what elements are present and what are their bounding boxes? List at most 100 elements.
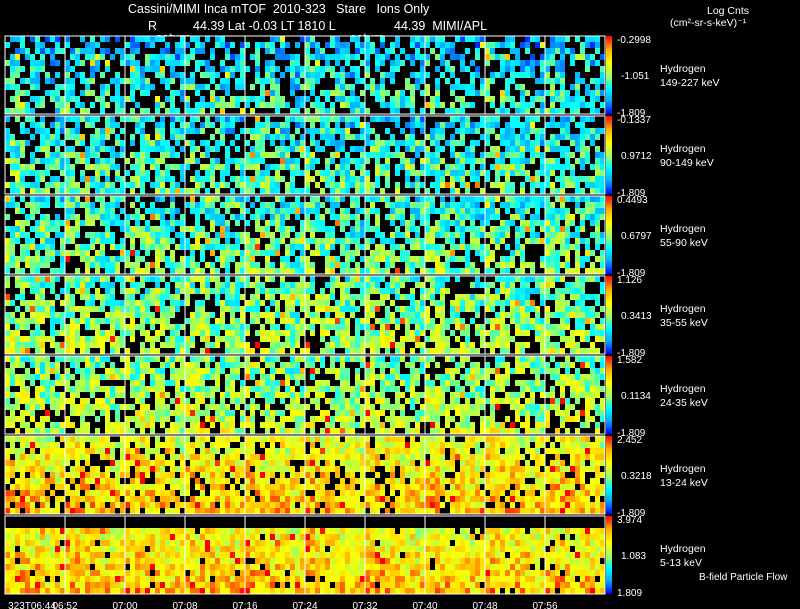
heatmap-cell: [50, 250, 55, 256]
heatmap-cell: [45, 380, 50, 386]
heatmap-cell: [195, 128, 200, 134]
heatmap-cell: [25, 256, 30, 262]
heatmap-cell: [115, 256, 120, 262]
heatmap-cell: [475, 214, 480, 220]
heatmap-cell: [430, 170, 435, 176]
heatmap-cell: [10, 300, 15, 306]
heatmap-cell: [250, 374, 255, 380]
heatmap-cell: [320, 116, 325, 122]
heatmap-cell: [40, 232, 45, 238]
heatmap-cell: [405, 102, 410, 108]
heatmap-cell: [215, 140, 220, 146]
heatmap-cell: [450, 244, 455, 250]
heatmap-cell: [175, 356, 180, 362]
heatmap-cell: [560, 48, 565, 54]
heatmap-cell: [45, 244, 50, 250]
heatmap-cell: [15, 342, 20, 348]
heatmap-cell: [235, 276, 240, 282]
heatmap-cell: [280, 232, 285, 238]
heatmap-cell: [150, 356, 155, 362]
heatmap-cell: [585, 256, 590, 262]
heatmap-cell: [90, 116, 95, 122]
heatmap-cell: [445, 268, 450, 274]
heatmap-cell: [130, 250, 135, 256]
heatmap-cell: [145, 404, 150, 410]
heatmap-cell: [25, 392, 30, 398]
heatmap-cell: [475, 300, 480, 306]
heatmap-cell: [480, 196, 485, 202]
heatmap-cell: [90, 380, 95, 386]
heatmap-cell: [190, 54, 195, 60]
heatmap-cell: [480, 36, 485, 42]
heatmap-cell: [320, 416, 325, 422]
heatmap-cell: [190, 276, 195, 282]
heatmap-cell: [140, 342, 145, 348]
heatmap-cell: [340, 312, 345, 318]
heatmap-cell: [355, 146, 360, 152]
heatmap-cell: [120, 96, 125, 102]
heatmap-cell: [25, 262, 30, 268]
heatmap-cell: [490, 232, 495, 238]
heatmap-cell: [425, 152, 430, 158]
heatmap-cell: [305, 256, 310, 262]
heatmap-cell: [410, 288, 415, 294]
heatmap-cell: [590, 268, 595, 274]
colorbar-2: [606, 196, 612, 274]
heatmap-cell: [355, 164, 360, 170]
heatmap-cell: [470, 102, 475, 108]
heatmap-cell: [10, 66, 15, 72]
heatmap-cell: [340, 226, 345, 232]
heatmap-cell: [315, 416, 320, 422]
heatmap-cell: [60, 108, 65, 114]
heatmap-cell: [235, 60, 240, 66]
heatmap-cell: [5, 416, 10, 422]
heatmap-cell: [395, 306, 400, 312]
heatmap-cell: [240, 202, 245, 208]
heatmap-cell: [120, 386, 125, 392]
heatmap-cell: [320, 90, 325, 96]
heatmap-cell: [505, 134, 510, 140]
heatmap-cell: [60, 102, 65, 108]
heatmap-cell: [85, 48, 90, 54]
heatmap-cell: [570, 102, 575, 108]
heatmap-cell: [375, 214, 380, 220]
heatmap-cell: [465, 158, 470, 164]
heatmap-cell: [310, 72, 315, 78]
heatmap-cell: [565, 226, 570, 232]
heatmap-cell: [280, 342, 285, 348]
heatmap-cell: [105, 422, 110, 428]
heatmap-cell: [180, 42, 185, 48]
heatmap-cell: [465, 122, 470, 128]
heatmap-cell: [585, 348, 590, 354]
heatmap-cell: [50, 336, 55, 342]
heatmap-cell: [200, 42, 205, 48]
heatmap-cell: [180, 362, 185, 368]
heatmap-cell: [330, 182, 335, 188]
heatmap-cell: [480, 78, 485, 84]
heatmap-cell: [470, 244, 475, 250]
heatmap-cell: [385, 196, 390, 202]
heatmap-cell: [60, 342, 65, 348]
heatmap-cell: [155, 392, 160, 398]
heatmap-cell: [535, 324, 540, 330]
heatmap-cell: [590, 312, 595, 318]
heatmap-cell: [285, 188, 290, 194]
heatmap-cell: [455, 226, 460, 232]
heatmap-cell: [380, 42, 385, 48]
heatmap-cell: [565, 214, 570, 220]
heatmap-cell: [215, 188, 220, 194]
heatmap-cell: [160, 232, 165, 238]
heatmap-cell: [145, 312, 150, 318]
heatmap-cell: [65, 416, 70, 422]
heatmap-cell: [305, 348, 310, 354]
heatmap-cell: [465, 196, 470, 202]
heatmap-cell: [420, 140, 425, 146]
heatmap-cell: [595, 226, 600, 232]
heatmap-cell: [15, 404, 20, 410]
heatmap-cell: [290, 288, 295, 294]
heatmap-cell: [410, 122, 415, 128]
heatmap-cell: [145, 416, 150, 422]
heatmap-cell: [260, 348, 265, 354]
heatmap-cell: [305, 60, 310, 66]
heatmap-cell: [150, 164, 155, 170]
